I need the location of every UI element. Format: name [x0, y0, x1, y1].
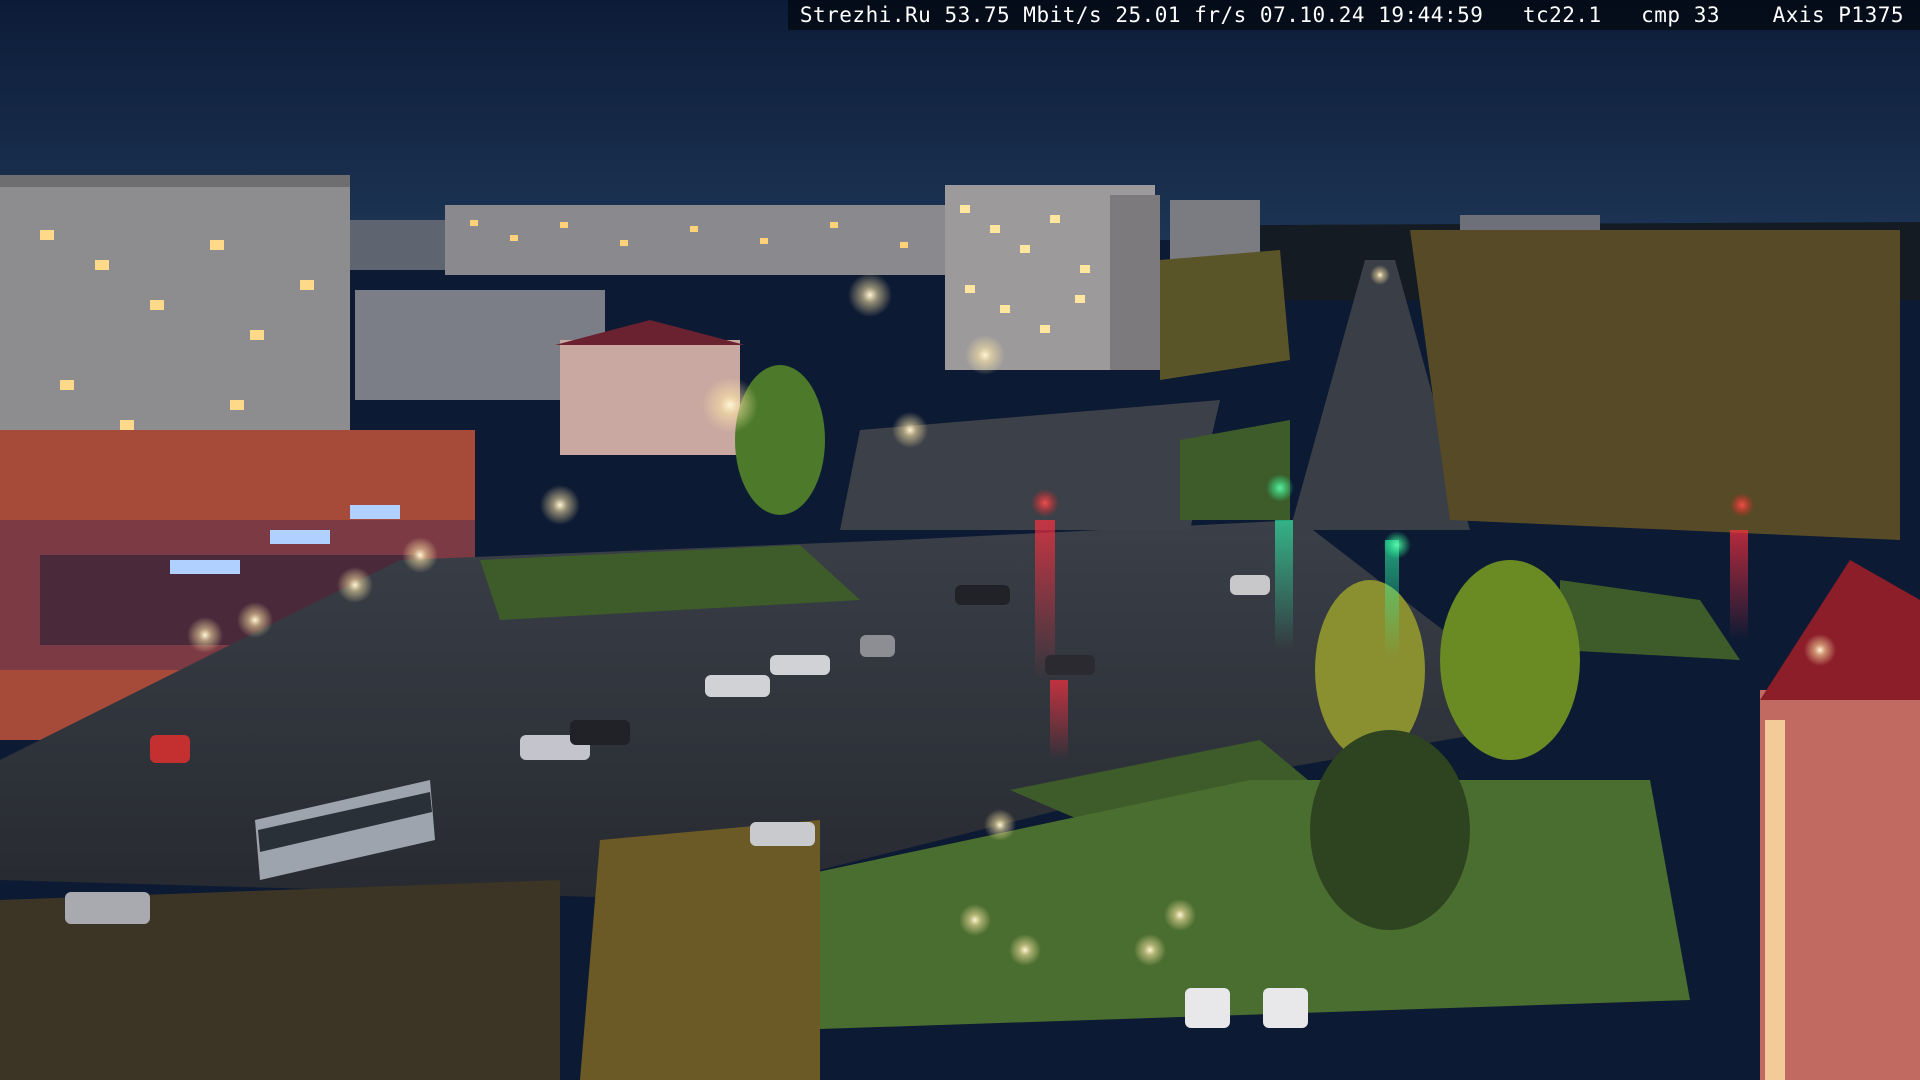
overlay-cmp: cmp 33	[1641, 3, 1720, 27]
night-city-scene	[0, 0, 1920, 1080]
webcam-view: Strezhi.Ru 53.75 Mbit/s 25.01 fr/s 07.10…	[0, 0, 1920, 1080]
overlay-time: 19:44:59	[1378, 3, 1484, 27]
overlay-site: Strezhi.Ru	[799, 3, 932, 27]
overlay-bitrate: 53.75 Mbit/s	[944, 3, 1103, 27]
right-foreground-building	[1760, 560, 1920, 1080]
overlay-framerate: 25.01 fr/s	[1115, 3, 1247, 27]
overlay-date: 07.10.24	[1259, 3, 1366, 27]
camera-overlay-text: Strezhi.Ru 53.75 Mbit/s 25.01 fr/s 07.10…	[787, 0, 1920, 30]
overlay-tc: tc22.1	[1522, 3, 1602, 27]
overlay-camera: Axis P1375	[1772, 3, 1904, 27]
